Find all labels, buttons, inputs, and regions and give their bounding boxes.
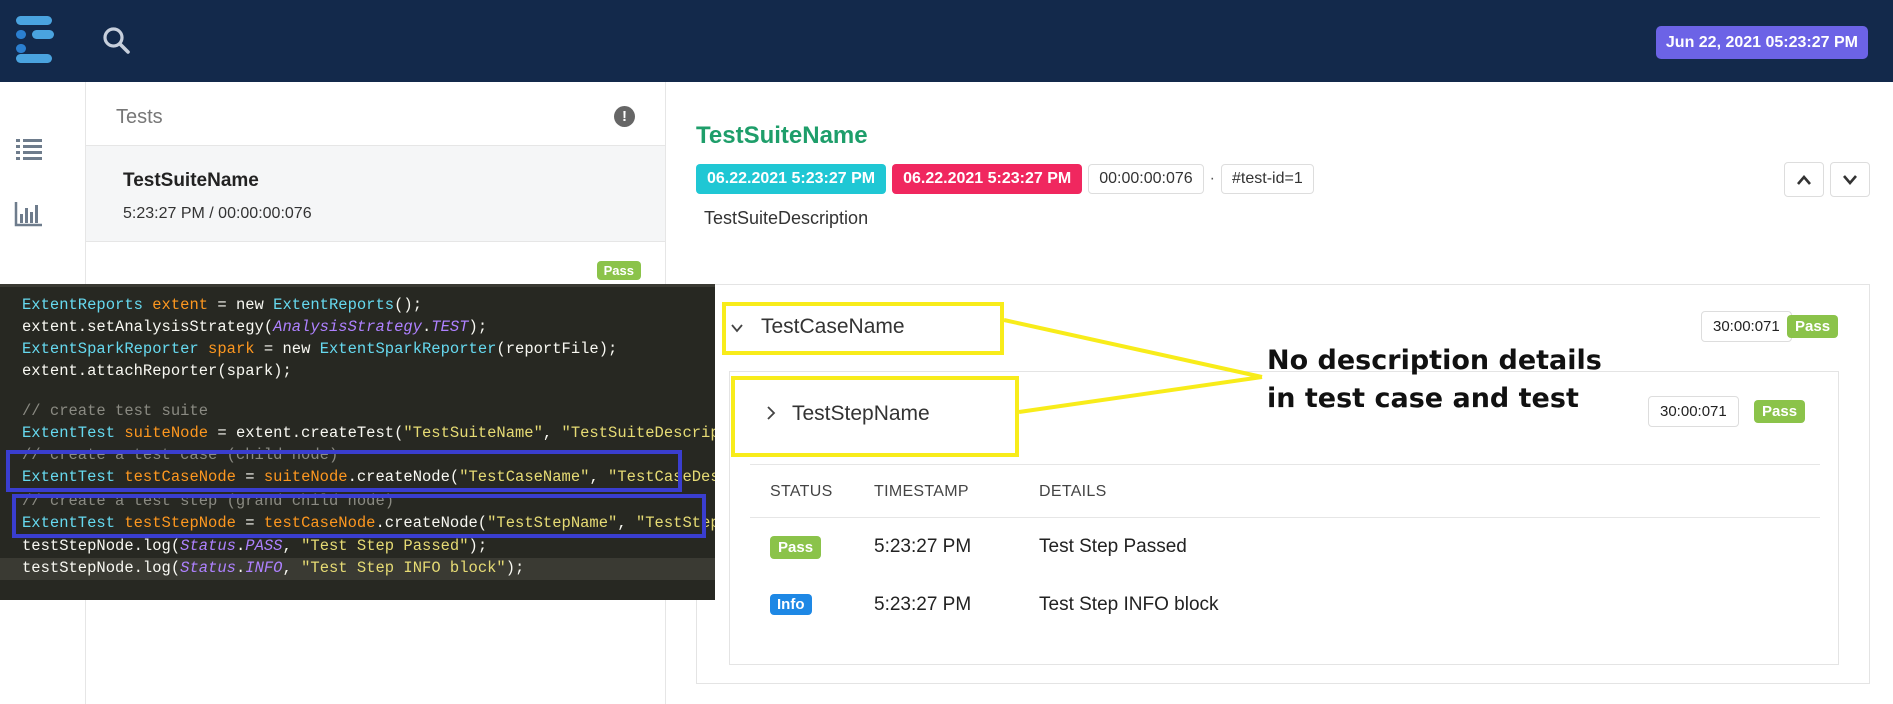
annotation-arrows [1003,318,1263,414]
annotation-text: No description details in test case and … [1267,342,1602,418]
annotation-line: No description details [1267,345,1602,376]
annotation-line: in test case and test [1267,383,1579,414]
